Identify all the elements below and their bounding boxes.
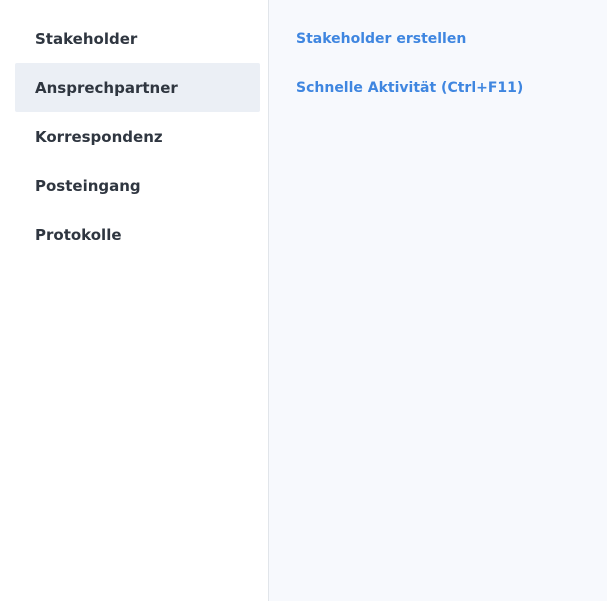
- sidebar-item-label: Posteingang: [35, 176, 141, 195]
- sidebar-item-label: Ansprechpartner: [35, 78, 178, 97]
- sidebar-item-korrespondenz[interactable]: Korrespondenz: [15, 112, 260, 161]
- sidebar-item-posteingang[interactable]: Posteingang: [15, 161, 260, 210]
- sidebar-item-ansprechpartner[interactable]: Ansprechpartner: [15, 63, 260, 112]
- sidebar-item-protokolle[interactable]: Protokolle: [15, 210, 260, 259]
- actions-panel: Stakeholder erstellen Schnelle Aktivität…: [269, 0, 607, 601]
- sidebar-item-label: Protokolle: [35, 225, 122, 244]
- action-label: Stakeholder erstellen: [296, 30, 467, 47]
- create-stakeholder-link[interactable]: Stakeholder erstellen: [296, 14, 607, 63]
- sidebar-item-label: Korrespondenz: [35, 127, 163, 146]
- sidebar-nav: Stakeholder Ansprechpartner Korresponden…: [0, 0, 268, 601]
- action-label: Schnelle Aktivität (Ctrl+F11): [296, 79, 524, 96]
- sidebar-item-label: Stakeholder: [35, 29, 138, 48]
- quick-activity-link[interactable]: Schnelle Aktivität (Ctrl+F11): [296, 63, 607, 112]
- sidebar-item-stakeholder[interactable]: Stakeholder: [15, 14, 260, 63]
- app-window: Stakeholder Ansprechpartner Korresponden…: [0, 0, 607, 601]
